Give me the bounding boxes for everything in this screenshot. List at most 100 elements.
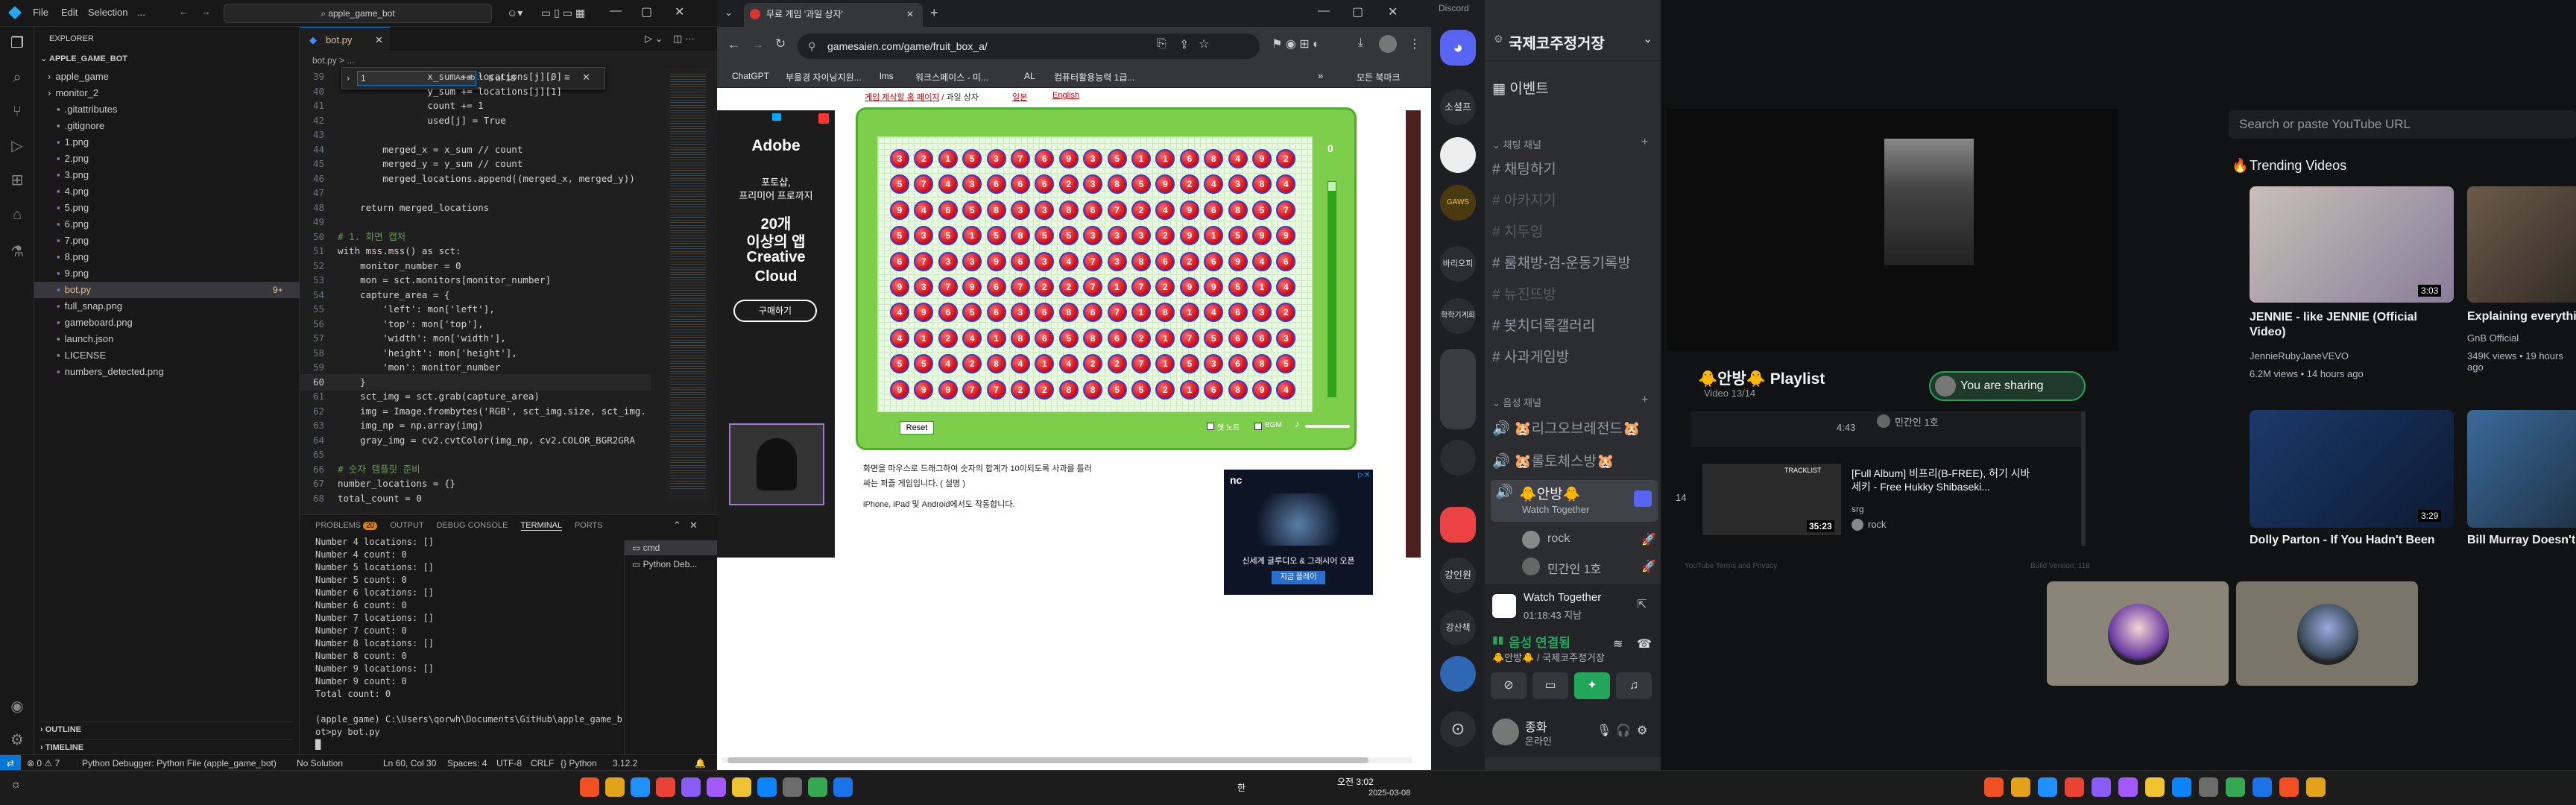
bookmark-computer[interactable]: 컴퓨터활용능력 1급... [1054,71,1134,83]
tab-output[interactable]: OUTPUT [390,521,423,530]
voice-category[interactable]: ⌄ 음성 채널 [1492,395,1541,409]
tab-search-icon[interactable]: ⌄ [724,7,733,19]
reload-icon[interactable]: ↻ [775,37,786,51]
apple-cell[interactable]: 5 [938,226,958,246]
taskbar-app-icon[interactable] [732,777,751,797]
apple-cell[interactable]: 3 [1131,226,1151,246]
apple-cell[interactable]: 8 [1083,328,1103,348]
apple-cell[interactable]: 8 [986,200,1006,220]
file-tree-item[interactable]: ▪ numbers_detected.png [34,364,300,380]
menu-more[interactable]: ... [137,7,145,18]
apple-cell[interactable]: 5 [1252,200,1272,220]
apple-cell[interactable]: 9 [890,277,909,297]
apple-cell[interactable]: 6 [938,200,958,220]
explorer-icon[interactable]: ❐ [8,34,26,52]
tab-close-icon[interactable]: ✕ [906,3,914,25]
menu-selection[interactable]: Selection [88,7,127,18]
apple-cell[interactable]: 6 [1204,379,1224,400]
close-button[interactable]: ✕ [1388,4,1398,19]
apple-cell[interactable]: 9 [962,277,982,297]
apple-cell[interactable]: 6 [890,251,909,271]
solution-status[interactable]: No Solution [297,755,343,770]
apple-cell[interactable]: 2 [1083,354,1103,374]
apple-cell[interactable]: 4 [1276,277,1296,297]
tab-ports[interactable]: PORTS [575,521,603,530]
download-icon[interactable]: ⤓ [1358,37,1363,50]
apple-cell[interactable]: 8 [1107,174,1127,195]
run-icon[interactable]: ▷ ⌄ [645,33,663,45]
file-tree-item[interactable]: ▪ LICENSE [34,347,300,364]
apple-cell[interactable]: 3 [890,149,909,168]
apple-cell[interactable]: 7 [1083,251,1103,271]
apple-cell[interactable]: 7 [1131,277,1151,297]
apple-cell[interactable]: 9 [1179,200,1199,220]
file-tree-item[interactable]: ▪ 7.png [34,233,300,249]
tab-terminal[interactable]: TERMINAL [520,521,562,531]
apple-cell[interactable]: 7 [1107,303,1127,323]
taskbar-date[interactable]: 2025-03-08 [1368,789,1410,798]
server-hakhak[interactable]: 학학기계회 [1440,298,1476,334]
apple-cell[interactable]: 6 [1011,174,1030,195]
apple-cell[interactable]: 9 [1252,149,1272,168]
apple-cell[interactable]: 3 [986,149,1006,168]
apple-cell[interactable]: 2 [1155,379,1175,400]
taskbar-app-icon[interactable] [757,777,777,797]
file-tree-item[interactable]: ▪ full_snap.png [34,298,300,315]
user-settings-icon[interactable]: ⚙ [1637,723,1647,738]
youtube-search-input[interactable]: Search or paste YouTube URL [2229,110,2576,139]
active-tab[interactable]: 무료 게임 '과일 상자' ✕ [744,3,923,27]
apple-cell[interactable]: 9 [890,200,909,220]
apple-cell[interactable]: 9 [1179,277,1199,297]
debugger-status[interactable]: Python Debugger: Python File (apple_game… [82,755,277,770]
sharing-toggle[interactable]: You are sharing [1929,371,2086,401]
apple-cell[interactable]: 2 [1058,174,1079,195]
apple-cell[interactable]: 4 [938,174,958,195]
apple-cell[interactable]: 2 [1107,354,1127,374]
apple-cell[interactable]: 2 [1276,149,1296,168]
user-avatar[interactable] [1492,719,1519,745]
apple-cell[interactable]: 9 [914,379,934,400]
tab-bot-py[interactable]: ◆ bot.py ✕ [300,27,390,52]
file-tree-item[interactable]: ▪ .gitignore [34,118,300,134]
text-channel[interactable]: # 아카지기 [1492,186,1656,216]
activities-button[interactable]: ✦ [1574,672,1610,699]
file-tree-item[interactable]: ▪ .gitattributes [34,101,300,118]
video-card-dolly-thumb[interactable]: 3:29 [2250,410,2454,528]
taskbar-app-icon[interactable] [2279,777,2299,797]
apple-cell[interactable]: 2 [1058,277,1079,297]
ad-choices-icon[interactable] [772,113,781,121]
apple-cell[interactable]: 8 [1228,379,1248,400]
apple-cell[interactable]: 4 [1252,251,1272,271]
maximize-button[interactable]: ▢ [641,4,652,19]
apple-cell[interactable]: 1 [1252,277,1272,297]
apple-cell[interactable]: 2 [1035,277,1055,297]
apple-cell[interactable]: 5 [1107,379,1127,400]
problems-status[interactable]: ⊗ 0 ⚠ 7 [27,755,60,770]
apple-cell[interactable]: 3 [1252,303,1272,323]
remote-icon[interactable]: ⌂ [8,206,26,224]
apple-cell[interactable]: 7 [1083,277,1103,297]
back-arrow-icon[interactable]: ← [179,6,189,17]
nc-ad[interactable]: nc ▷✕ 신세계 글루디오 & 그래시어 오픈 지금 플레이 [1224,470,1373,595]
back-icon[interactable]: ← [727,37,740,52]
apple-cell[interactable]: 5 [914,354,934,374]
apple-cell[interactable]: 2 [1131,200,1151,220]
server-header[interactable]: ⚙ 국제코주정거장 ⌄ [1485,22,1661,61]
search-icon[interactable]: ⌕ [8,69,26,86]
apple-cell[interactable]: 6 [1252,328,1272,348]
apple-cell[interactable]: 3 [1107,226,1127,246]
server-blue[interactable] [1440,656,1476,692]
taskbar-app-icon[interactable] [2011,777,2030,797]
apple-cell[interactable]: 2 [1155,277,1175,297]
nav-english-link[interactable]: English [1052,91,1079,100]
apple-cell[interactable]: 8 [1058,200,1079,220]
command-center-search[interactable]: ⌕ apple_game_bot [224,4,492,23]
footer-terms[interactable]: YouTube Terms and Privacy [1685,562,1777,570]
apple-cell[interactable]: 1 [938,149,958,168]
file-tree-item[interactable]: › apple_game [34,69,300,85]
apple-cell[interactable]: 9 [1179,226,1199,246]
tab-close-icon[interactable]: ✕ [375,28,383,52]
taskbar-app-icon[interactable] [2226,777,2245,797]
apple-cell[interactable]: 6 [1228,303,1248,323]
remote-indicator-icon[interactable]: ⇄ [0,755,21,770]
